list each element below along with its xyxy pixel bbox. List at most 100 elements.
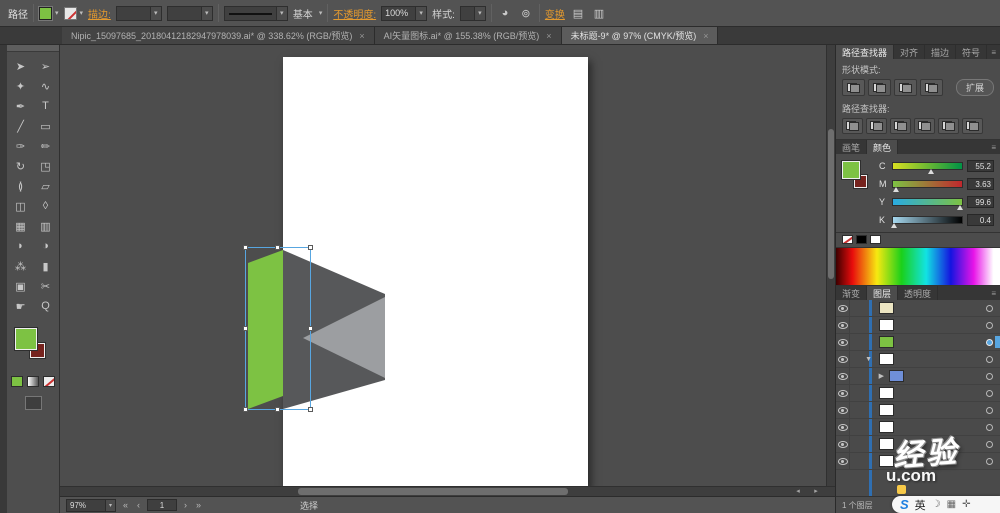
screen-mode-button[interactable] — [24, 396, 42, 410]
opacity-dropdown[interactable]: 100% ▾ — [381, 5, 428, 21]
tab-stroke[interactable]: 描边 — [925, 45, 957, 59]
target-circle[interactable] — [986, 355, 993, 363]
cyan-value[interactable]: 55.2 — [967, 160, 994, 172]
selection-handle[interactable] — [308, 407, 313, 412]
tab-layers[interactable]: 图层 — [867, 286, 899, 300]
visibility-toggle[interactable] — [836, 436, 850, 452]
rotate-tool[interactable]: ↻ — [8, 156, 33, 176]
tab-transparency[interactable]: 透明度 — [898, 286, 939, 300]
fill-swatch[interactable] — [14, 327, 38, 351]
document-tab[interactable]: AI矢量图标.ai* @ 155.38% (RGB/预览) × — [374, 27, 562, 44]
tab-gradient[interactable]: 渐变 — [836, 286, 868, 300]
visibility-toggle[interactable] — [836, 300, 850, 316]
layer-row[interactable]: ▶ — [836, 368, 1000, 385]
divide-button[interactable] — [842, 118, 863, 134]
ime-language-label[interactable]: 英 — [915, 497, 926, 513]
panel-menu-icon[interactable]: ≡ — [987, 45, 1000, 59]
target-circle[interactable] — [986, 321, 993, 329]
disclosure-triangle-closed[interactable]: ▶ — [850, 372, 884, 380]
canvas-area[interactable]: ◂ ▸ — [60, 45, 835, 496]
ime-toolbar[interactable]: S 英 ☽ ▦ ✛ — [892, 496, 1000, 513]
symbol-sprayer-tool[interactable]: ⁂ — [8, 256, 33, 276]
vertical-scrollbar[interactable] — [826, 45, 835, 486]
scale-tool[interactable]: ◳ — [33, 156, 58, 176]
keyboard-icon[interactable]: ▦ — [947, 499, 956, 510]
horizontal-scrollbar-thumb[interactable] — [298, 488, 568, 495]
black-swatch[interactable] — [856, 235, 867, 244]
tab-brushes[interactable]: 画笔 — [836, 140, 868, 154]
exclude-button[interactable] — [920, 79, 943, 96]
layer-row[interactable] — [836, 402, 1000, 419]
expand-button[interactable]: 扩展 — [955, 79, 994, 96]
visibility-toggle[interactable] — [836, 419, 850, 435]
layer-row[interactable] — [836, 317, 1000, 334]
gradient-button[interactable] — [27, 376, 39, 387]
pencil-tool[interactable]: ✏ — [33, 136, 58, 156]
stroke-color-dropdown[interactable]: ▾ — [63, 6, 83, 20]
magenta-value[interactable]: 3.63 — [967, 178, 994, 190]
column-graph-tool[interactable]: ▮ — [33, 256, 58, 276]
direct-selection-tool[interactable]: ➢ — [33, 56, 58, 76]
target-circle[interactable] — [986, 423, 993, 431]
slice-tool[interactable]: ✂ — [33, 276, 58, 296]
chevron-down-icon[interactable]: ▾ — [105, 499, 115, 511]
visibility-toggle[interactable] — [836, 385, 850, 401]
none-button[interactable] — [43, 376, 55, 387]
black-slider[interactable] — [891, 216, 963, 228]
style-dropdown[interactable]: ▾ — [459, 5, 486, 21]
layer-row[interactable] — [836, 385, 1000, 402]
chevron-down-icon[interactable]: ▾ — [275, 6, 287, 20]
selection-handle[interactable] — [308, 325, 313, 331]
selection-handle[interactable] — [243, 407, 248, 412]
sogou-logo-icon[interactable]: S — [900, 497, 909, 512]
brush-basic-value[interactable]: 基本 — [293, 6, 313, 21]
visibility-toggle[interactable] — [836, 402, 850, 418]
chevron-down-icon[interactable]: ▾ — [415, 6, 427, 20]
horizontal-scrollbar[interactable]: ◂ ▸ — [60, 486, 835, 496]
tab-pathfinder[interactable]: 路径查找器 — [836, 45, 895, 59]
recolor-artwork-icon[interactable]: ◕ — [497, 7, 513, 19]
target-circle[interactable] — [986, 406, 993, 414]
stroke-weight-dropdown[interactable]: ▾ — [115, 5, 162, 21]
magic-wand-tool[interactable]: ✦ — [8, 76, 33, 96]
crop-button[interactable] — [914, 118, 935, 134]
target-circle[interactable] — [986, 304, 993, 312]
visibility-toggle[interactable] — [836, 368, 850, 384]
select-similar-icon[interactable]: ⊚ — [518, 7, 534, 20]
chevron-down-icon[interactable]: ▾ — [473, 6, 485, 20]
yellow-slider[interactable] — [892, 198, 963, 210]
disclosure-triangle-open[interactable]: ▼ — [850, 356, 874, 363]
stroke-panel-link[interactable]: 描边: — [88, 6, 111, 21]
layer-row-selected[interactable] — [836, 334, 1000, 351]
selection-handle[interactable] — [308, 245, 313, 250]
intersect-button[interactable] — [894, 79, 917, 96]
next-artboard-button[interactable]: › — [182, 500, 189, 510]
rectangle-tool[interactable]: ▭ — [33, 116, 58, 136]
vertical-scrollbar-thumb[interactable] — [828, 129, 834, 279]
target-circle[interactable] — [986, 389, 993, 397]
minus-back-button[interactable] — [962, 118, 983, 134]
distribute-icon[interactable]: ▥ — [591, 7, 607, 20]
free-transform-tool[interactable]: ▱ — [33, 176, 58, 196]
tab-align[interactable]: 对齐 — [894, 45, 926, 59]
blend-tool[interactable]: ◑ — [33, 236, 58, 256]
artboard-number-field[interactable]: 1 — [147, 499, 178, 511]
hand-tool[interactable]: ☛ — [8, 296, 33, 316]
ime-tools-icon[interactable]: ✛ — [962, 499, 970, 510]
visibility-toggle[interactable] — [836, 453, 850, 469]
target-circle[interactable] — [986, 372, 993, 380]
panel-menu-icon[interactable]: ≡ — [987, 286, 1000, 300]
eyedropper-tool[interactable]: ◗ — [8, 236, 33, 256]
paintbrush-tool[interactable]: ✑ — [8, 136, 33, 156]
scroll-right-icon[interactable]: ▸ — [809, 487, 823, 496]
layer-row[interactable] — [836, 300, 1000, 317]
selection-bounding-box[interactable] — [243, 245, 313, 412]
width-tool[interactable]: ≬ — [8, 176, 33, 196]
transform-link[interactable]: 变换 — [545, 6, 565, 21]
previous-artboard-button[interactable]: ‹ — [135, 500, 142, 510]
selection-handle[interactable] — [275, 245, 280, 250]
selection-tool[interactable]: ➤ — [8, 56, 33, 76]
black-value[interactable]: 0.4 — [967, 214, 994, 226]
layer-row[interactable]: ▼ — [836, 351, 1000, 368]
target-circle[interactable] — [986, 457, 993, 465]
